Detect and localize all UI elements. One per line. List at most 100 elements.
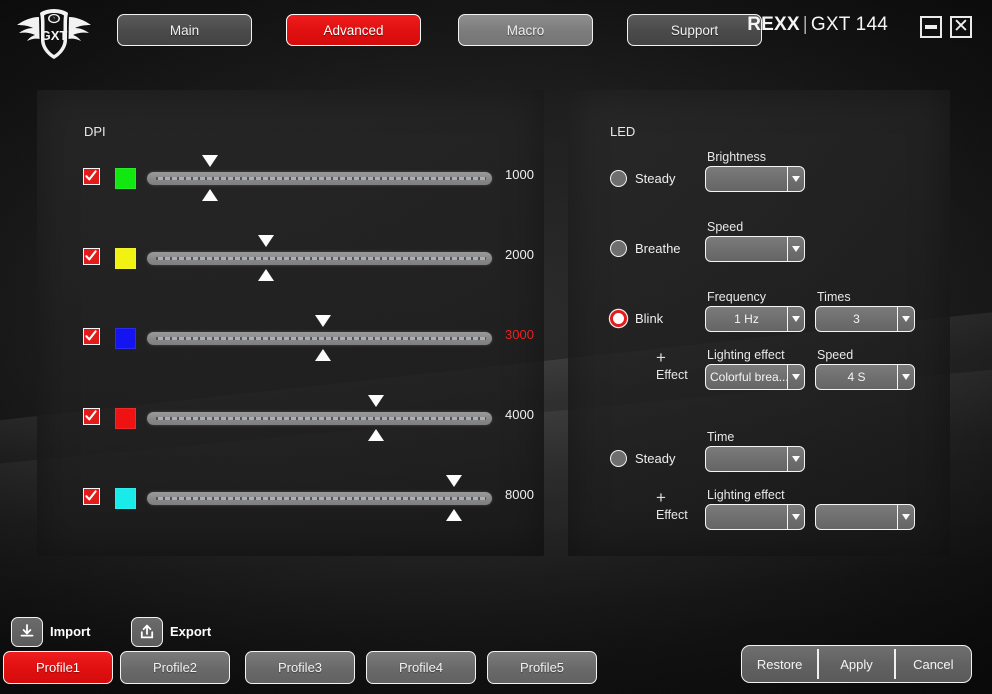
chevron-down-icon[interactable] <box>787 365 804 389</box>
dpi-slider[interactable] <box>147 395 492 441</box>
profile-button-5[interactable]: Profile5 <box>487 651 597 684</box>
gxt-logo: GXT <box>14 6 94 62</box>
dpi-slider[interactable] <box>147 475 492 521</box>
dpi-enable-checkbox[interactable] <box>83 168 100 185</box>
dpi-slider-track[interactable] <box>147 332 492 345</box>
dpi-color-swatch[interactable] <box>115 328 136 349</box>
radio-icon[interactable] <box>610 240 627 257</box>
dpi-color-swatch[interactable] <box>115 168 136 189</box>
brand-primary: REXX <box>747 14 800 35</box>
dpi-slider[interactable] <box>147 155 492 201</box>
dpi-slider-ticks <box>156 337 486 340</box>
dpi-slider-handle-bottom[interactable] <box>258 269 275 281</box>
cancel-button[interactable]: Cancel <box>896 646 971 682</box>
led-blink-effect-speed-dropdown[interactable]: 4 S <box>815 364 915 390</box>
chevron-down-icon[interactable] <box>897 365 914 389</box>
led-blink-effect-lighting-effect-dropdown[interactable]: Colorful brea... <box>705 364 805 390</box>
profile-button-3[interactable]: Profile3 <box>245 651 355 684</box>
checkmark-icon <box>85 410 97 421</box>
chevron-down-icon[interactable] <box>787 167 804 191</box>
dpi-slider-track[interactable] <box>147 492 492 505</box>
field-label: Lighting effect <box>707 348 785 362</box>
export-icon <box>140 624 154 639</box>
radio-icon[interactable] <box>610 310 627 327</box>
tab-support[interactable]: Support <box>627 14 762 46</box>
led-blink-times-dropdown[interactable]: 3 <box>815 306 915 332</box>
chevron-down-icon[interactable] <box>897 505 914 529</box>
dpi-slider-track[interactable] <box>147 172 492 185</box>
led-mode-label: Steady <box>635 171 676 186</box>
restore-button[interactable]: Restore <box>742 646 817 682</box>
add-effect-icon[interactable]: + <box>656 349 666 366</box>
dpi-slider-handle-top[interactable] <box>368 395 385 407</box>
dpi-enable-checkbox[interactable] <box>83 328 100 345</box>
dpi-row: 1000 <box>37 155 544 201</box>
brand-title: REXX | GXT 144 <box>747 14 888 36</box>
led-steady-time-effect-lighting-effect-dropdown[interactable] <box>705 504 805 530</box>
chevron-down-icon[interactable] <box>897 307 914 331</box>
led-mode-label: Breathe <box>635 241 681 256</box>
import-label: Import <box>50 624 91 639</box>
led-blink-frequency-dropdown[interactable]: 1 Hz <box>705 306 805 332</box>
dpi-slider-handle-bottom[interactable] <box>314 349 331 361</box>
led-steady-time-time-dropdown[interactable] <box>705 446 805 472</box>
field-label: Time <box>707 430 735 444</box>
dpi-slider-track[interactable] <box>147 252 492 265</box>
led-steady-time-effect-field-dropdown[interactable] <box>815 504 915 530</box>
dpi-slider-ticks <box>156 257 486 260</box>
import-button[interactable] <box>11 617 43 647</box>
led-mode-radio-blink[interactable]: Blink <box>610 310 663 327</box>
dpi-color-swatch[interactable] <box>115 248 136 269</box>
title-bar: GXT Main Advanced Macro Support REXX | GXT… <box>0 0 992 62</box>
close-button[interactable]: ✕ <box>950 16 972 38</box>
dpi-slider-handle-top[interactable] <box>201 155 218 167</box>
radio-icon[interactable] <box>610 450 627 467</box>
import-icon <box>20 624 34 637</box>
brand-separator: | <box>802 14 808 35</box>
led-mode-radio-steady-brightness[interactable]: Steady <box>610 170 675 187</box>
profile-button-4[interactable]: Profile4 <box>366 651 476 684</box>
profile-button-1[interactable]: Profile1 <box>3 651 113 684</box>
chevron-down-icon[interactable] <box>787 237 804 261</box>
add-effect-icon[interactable]: + <box>656 489 666 506</box>
field-label: Frequency <box>707 290 767 304</box>
dpi-value-label: 1000 <box>505 167 534 182</box>
dpi-enable-checkbox[interactable] <box>83 488 100 505</box>
dpi-slider[interactable] <box>147 315 492 361</box>
radio-icon[interactable] <box>610 170 627 187</box>
dpi-slider-handle-top[interactable] <box>446 475 463 487</box>
led-mode-radio-steady-time[interactable]: Steady <box>610 450 675 467</box>
chevron-down-icon[interactable] <box>787 505 804 529</box>
close-icon: ✕ <box>953 16 969 37</box>
export-label: Export <box>170 624 212 639</box>
dpi-color-swatch[interactable] <box>115 488 136 509</box>
led-blink-effect-speed-dropdown-value: 4 S <box>847 370 866 384</box>
tab-macro[interactable]: Macro <box>458 14 593 46</box>
dpi-enable-checkbox[interactable] <box>83 408 100 425</box>
led-mode-radio-breathe[interactable]: Breathe <box>610 240 681 257</box>
dpi-slider[interactable] <box>147 235 492 281</box>
dpi-enable-checkbox[interactable] <box>83 248 100 265</box>
dpi-color-swatch[interactable] <box>115 408 136 429</box>
tab-main[interactable]: Main <box>117 14 252 46</box>
apply-button[interactable]: Apply <box>819 646 894 682</box>
dpi-row: 2000 <box>37 235 544 281</box>
chevron-down-icon[interactable] <box>787 307 804 331</box>
field-label: Brightness <box>707 150 767 164</box>
dpi-row: 8000 <box>37 475 544 521</box>
dpi-slider-track[interactable] <box>147 412 492 425</box>
dpi-value-label: 4000 <box>505 407 534 422</box>
dpi-slider-handle-top[interactable] <box>314 315 331 327</box>
minimize-button[interactable] <box>920 16 942 38</box>
led-steady-brightness-brightness-dropdown[interactable] <box>705 166 805 192</box>
tab-advanced[interactable]: Advanced <box>286 14 421 46</box>
chevron-down-icon[interactable] <box>787 447 804 471</box>
dpi-slider-handle-bottom[interactable] <box>201 189 218 201</box>
profile-button-2[interactable]: Profile2 <box>120 651 230 684</box>
dpi-slider-handle-bottom[interactable] <box>368 429 385 441</box>
dpi-slider-handle-bottom[interactable] <box>446 509 463 521</box>
dpi-slider-handle-top[interactable] <box>258 235 275 247</box>
dpi-slider-ticks <box>156 177 486 180</box>
export-button[interactable] <box>131 617 163 647</box>
led-breathe-speed-dropdown[interactable] <box>705 236 805 262</box>
